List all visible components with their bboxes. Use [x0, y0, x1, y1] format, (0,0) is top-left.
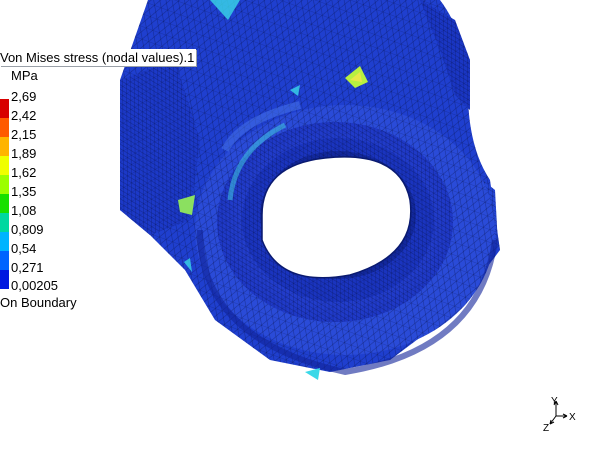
legend-value: 1,08 — [11, 203, 38, 218]
triad-label-x: X — [569, 412, 576, 423]
legend-color-step — [0, 232, 9, 252]
legend-color-step — [0, 251, 9, 271]
triad-label-z: Z — [543, 423, 549, 434]
axis-triad-icon[interactable]: Y Z X — [542, 394, 582, 434]
legend-color-step — [0, 213, 9, 233]
legend-title: Von Mises stress (nodal values).1 — [0, 49, 197, 66]
legend-value: 0,00205 — [11, 278, 59, 293]
legend-value: 0,54 — [11, 241, 38, 256]
legend-color-step — [0, 99, 9, 119]
legend-value: 2,69 — [11, 89, 38, 104]
fea-mesh-model[interactable] — [0, 0, 600, 450]
legend-value: 0,809 — [11, 222, 45, 237]
legend-color-step — [0, 156, 9, 176]
triad-label-y: Y — [551, 396, 558, 407]
legend-color-step — [0, 194, 9, 214]
3d-viewport[interactable]: Von Mises stress (nodal values).1 MPa 2,… — [0, 0, 600, 450]
legend-color-step — [0, 175, 9, 195]
legend-value: 1,89 — [11, 146, 38, 161]
legend-color-step — [0, 270, 9, 289]
legend-value: 2,42 — [11, 108, 38, 123]
legend-unit: MPa — [11, 68, 38, 83]
legend-value: 0,271 — [11, 260, 45, 275]
legend-color-step — [0, 137, 9, 157]
legend-footer: On Boundary — [0, 295, 77, 310]
legend-value: 1,35 — [11, 184, 38, 199]
legend-color-bar — [0, 99, 9, 289]
legend-value: 2,15 — [11, 127, 38, 142]
legend-value: 1,62 — [11, 165, 38, 180]
legend-color-step — [0, 118, 9, 138]
